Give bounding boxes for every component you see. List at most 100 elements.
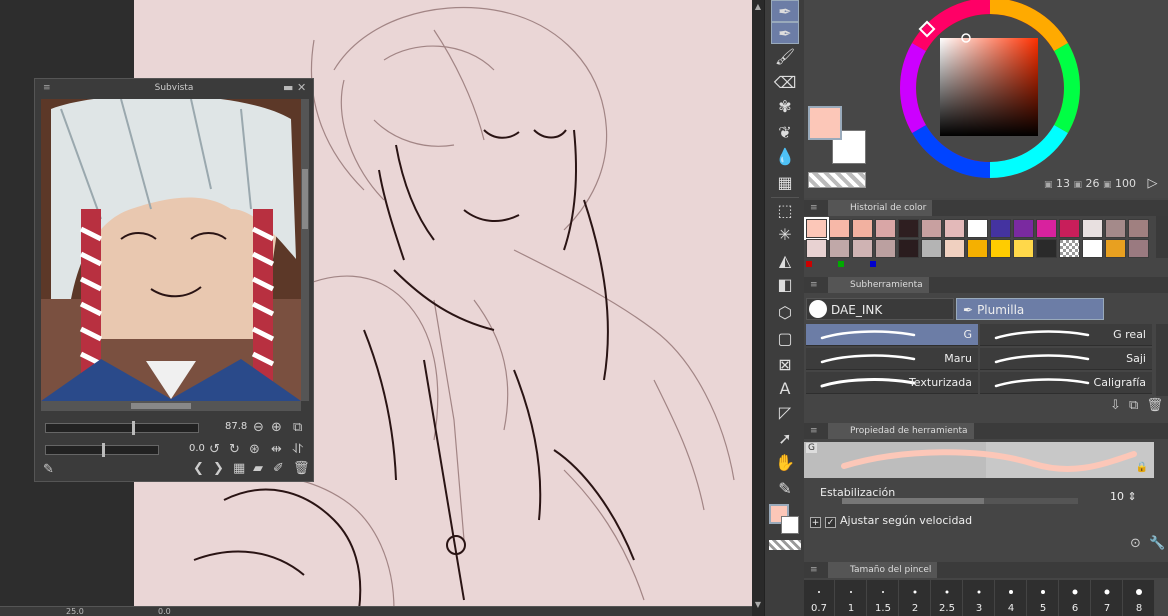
subview-vertical-scrollbar[interactable] [301, 99, 309, 401]
flip-horizontal-icon[interactable]: ⇹ [271, 443, 282, 457]
hand-tool-icon[interactable]: ✋ [771, 452, 799, 474]
brush-size-preset[interactable]: 2 [900, 580, 931, 616]
pen-tool-top-icon[interactable]: ✒ [771, 0, 799, 22]
panel-menu-icon[interactable]: ≡ [810, 200, 818, 216]
tab-tool-property[interactable]: Propiedad de herramienta [828, 423, 974, 439]
text-tool-icon[interactable]: A [771, 378, 799, 400]
next-image-icon[interactable]: ❯ [213, 462, 224, 476]
history-swatch[interactable] [921, 219, 942, 238]
settings-wrench-icon[interactable]: 🔧 [1149, 536, 1165, 551]
speed-adjust-checkbox[interactable]: ✓ [825, 517, 836, 528]
brush-tool-icon[interactable]: 🖌 [771, 46, 799, 68]
history-swatch[interactable] [1128, 219, 1149, 238]
brush-size-preset[interactable]: 1.5 [868, 580, 899, 616]
fill-tool-icon[interactable]: ◭ [771, 250, 799, 272]
figure-tool-icon[interactable]: ▦ [771, 172, 799, 194]
brush-size-preset[interactable]: 6 [1060, 580, 1091, 616]
brush-item[interactable]: G real [980, 324, 1152, 346]
history-swatch[interactable] [829, 219, 850, 238]
history-swatch[interactable] [1013, 219, 1034, 238]
history-swatch[interactable] [1059, 219, 1080, 238]
history-swatch[interactable] [875, 219, 896, 238]
rectangle-tool-icon[interactable]: ▢ [771, 328, 799, 350]
reset-icon[interactable]: ⊙ [1130, 536, 1141, 551]
brush-list-scrollbar[interactable] [1156, 324, 1168, 396]
main-color-swatch[interactable] [808, 106, 842, 140]
panel-menu-icon[interactable]: ≡ [43, 79, 51, 97]
tab-brush-size[interactable]: Tamaño del pincel [828, 562, 938, 578]
tab-subtool[interactable]: Subherramienta [828, 277, 929, 293]
brush-size-preset[interactable]: 0.7 [804, 580, 835, 616]
history-swatch[interactable] [921, 239, 942, 258]
airbrush-tool-icon[interactable]: ✾ [771, 96, 799, 118]
reset-rotation-icon[interactable]: ⊛ [249, 443, 260, 457]
frame-tool-icon[interactable]: ⊠ [771, 354, 799, 376]
canvas-rotation-value[interactable]: 0.0 [158, 607, 171, 616]
fit-view-icon[interactable]: ⧉ [293, 421, 302, 435]
brush-item[interactable]: Maru [806, 348, 978, 370]
transparent-color-swatch[interactable] [808, 172, 866, 188]
flip-vertical-icon[interactable]: ⥯ [293, 443, 303, 457]
history-swatch[interactable] [1059, 239, 1080, 258]
history-swatch[interactable] [1013, 239, 1034, 258]
lock-icon[interactable]: 🔒 [1136, 462, 1148, 473]
balloon-tool-icon[interactable]: ◸ [771, 402, 799, 424]
history-swatch[interactable] [806, 239, 827, 258]
decoration-tool-icon[interactable]: ❦ [771, 122, 799, 144]
minimize-icon[interactable]: ▬ [283, 79, 293, 97]
history-swatch[interactable] [1036, 219, 1057, 238]
history-swatch[interactable] [1082, 239, 1103, 258]
3d-tool-icon[interactable]: ⬡ [771, 302, 799, 324]
blend-tool-icon[interactable]: 💧 [771, 146, 799, 168]
copy-subtool-icon[interactable]: ⧉ [1129, 398, 1138, 413]
history-swatch[interactable] [1082, 219, 1103, 238]
previous-image-icon[interactable]: ❮ [193, 462, 204, 476]
brush-size-preset[interactable]: 2.5 [932, 580, 963, 616]
zoom-out-icon[interactable]: ⊖ [253, 421, 264, 435]
delete-subtool-icon[interactable]: 🗑 [1146, 398, 1163, 413]
history-swatch[interactable] [898, 239, 919, 258]
rotate-right-icon[interactable]: ↻ [229, 443, 240, 457]
history-swatch[interactable] [990, 239, 1011, 258]
history-swatch[interactable] [990, 219, 1011, 238]
subtool-group-plumilla[interactable]: ✒ Plumilla [956, 298, 1104, 320]
tab-color-history[interactable]: Historial de color [828, 200, 933, 216]
panel-menu-icon[interactable]: ≡ [810, 423, 818, 439]
history-swatch[interactable] [944, 219, 965, 238]
history-swatch[interactable] [898, 219, 919, 238]
history-swatch[interactable] [967, 239, 988, 258]
delete-icon[interactable]: 🗑 [293, 462, 310, 476]
open-folder-icon[interactable]: ▰ [253, 462, 263, 476]
history-swatch[interactable] [1105, 219, 1126, 238]
auto-select-tool-icon[interactable]: ✳ [771, 224, 799, 246]
brush-item[interactable]: G [806, 324, 978, 346]
canvas-vertical-scrollbar[interactable]: ▲ ▼ [752, 0, 764, 616]
brush-size-preset[interactable]: 4 [996, 580, 1027, 616]
history-swatch[interactable] [852, 239, 873, 258]
zoom-in-icon[interactable]: ⊕ [271, 421, 282, 435]
color-mode-icon[interactable]: ▷ [1148, 176, 1158, 191]
subview-title-bar[interactable]: ≡ Subvista ▬ ✕ [35, 79, 313, 97]
panel-menu-icon[interactable]: ≡ [810, 562, 818, 578]
color-wheel[interactable] [804, 0, 1168, 198]
history-swatch[interactable] [1036, 239, 1057, 258]
brush-size-preset[interactable]: 5 [1028, 580, 1059, 616]
rotate-left-icon[interactable]: ↺ [209, 443, 220, 457]
history-swatch[interactable] [852, 219, 873, 238]
brush-size-preset[interactable]: 1 [836, 580, 867, 616]
zoom-slider[interactable] [45, 421, 199, 435]
close-icon[interactable]: ✕ [297, 79, 306, 97]
subview-horizontal-scrollbar[interactable] [41, 401, 301, 411]
import-icon[interactable]: ⇩ [1110, 398, 1121, 413]
toolbar-sub-color[interactable] [781, 516, 799, 534]
subview-panel[interactable]: ≡ Subvista ▬ ✕ 87.8 ⊖ ⊕ ⧉ 0.0 ↺ ↻ ⊛ ⇹ ⥯ … [34, 78, 314, 482]
pen-tool-icon[interactable]: ✒ [771, 22, 799, 44]
history-swatch[interactable] [875, 239, 896, 258]
subtool-group-daeink[interactable]: DAE_INK [806, 298, 954, 320]
brush-size-preset[interactable]: 7 [1092, 580, 1123, 616]
brush-item[interactable]: Caligrafía [980, 372, 1152, 394]
history-scrollbar[interactable] [1156, 216, 1168, 258]
eraser-tool-icon[interactable]: ⌫ [771, 72, 799, 94]
rotation-slider[interactable] [45, 443, 159, 457]
brush-size-preset[interactable]: 3 [964, 580, 995, 616]
